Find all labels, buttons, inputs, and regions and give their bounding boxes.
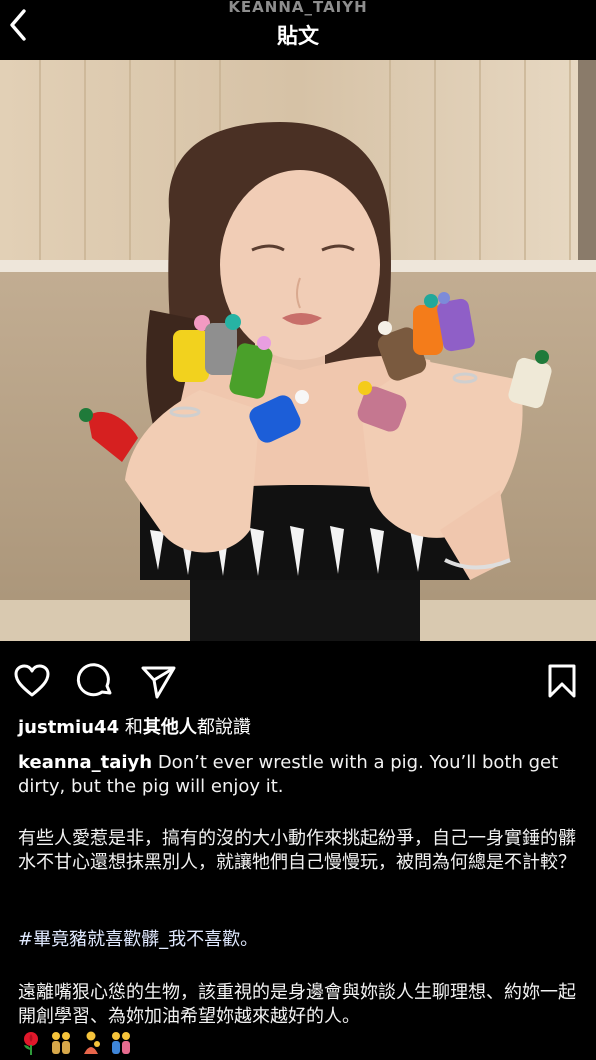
caption-username[interactable]: keanna_taiyh	[18, 752, 152, 773]
caption-english: keanna_taiyh Don’t ever wrestle with a p…	[18, 751, 583, 799]
people-emoji	[112, 1032, 130, 1054]
likes-suffix: 都說讚	[196, 717, 251, 738]
account-name[interactable]: KEANNA_TAIYH	[0, 0, 596, 16]
caption-paragraph-2: 遠離嘴狠心慫的生物，該重視的是身邊會與妳談人生聊理想、約妳一起開創學習、為妳加油…	[18, 982, 576, 1027]
rose-emoji	[24, 1032, 38, 1055]
post-action-bar	[0, 641, 596, 717]
caption-paragraph-1: 有些人愛惹是非，搞有的沒的大小動作來挑起紛爭，自己一身實錘的髒水不甘心還想抹黑別…	[18, 828, 576, 873]
top-bar: KEANNA_TAIYH 貼文	[0, 0, 596, 60]
likes-summary[interactable]: justmiu44 和其他人都說讚	[18, 716, 251, 740]
liker-username[interactable]: justmiu44	[18, 717, 119, 738]
heart-icon[interactable]	[12, 661, 52, 701]
post-image[interactable]	[0, 60, 596, 641]
caption-hashtag[interactable]: #畢竟豬就喜歡髒_我不喜歡。	[18, 928, 583, 952]
paper-plane-icon[interactable]	[138, 661, 178, 701]
people-emoji	[84, 1031, 100, 1054]
bookmark-icon[interactable]	[542, 661, 582, 701]
likes-connector: 和	[119, 717, 143, 738]
people-emoji	[52, 1032, 70, 1054]
emoji-row	[18, 1030, 134, 1058]
likes-others[interactable]: 其他人	[143, 717, 197, 738]
page-title: 貼文	[277, 24, 319, 48]
comment-bubble-icon[interactable]	[76, 661, 116, 701]
